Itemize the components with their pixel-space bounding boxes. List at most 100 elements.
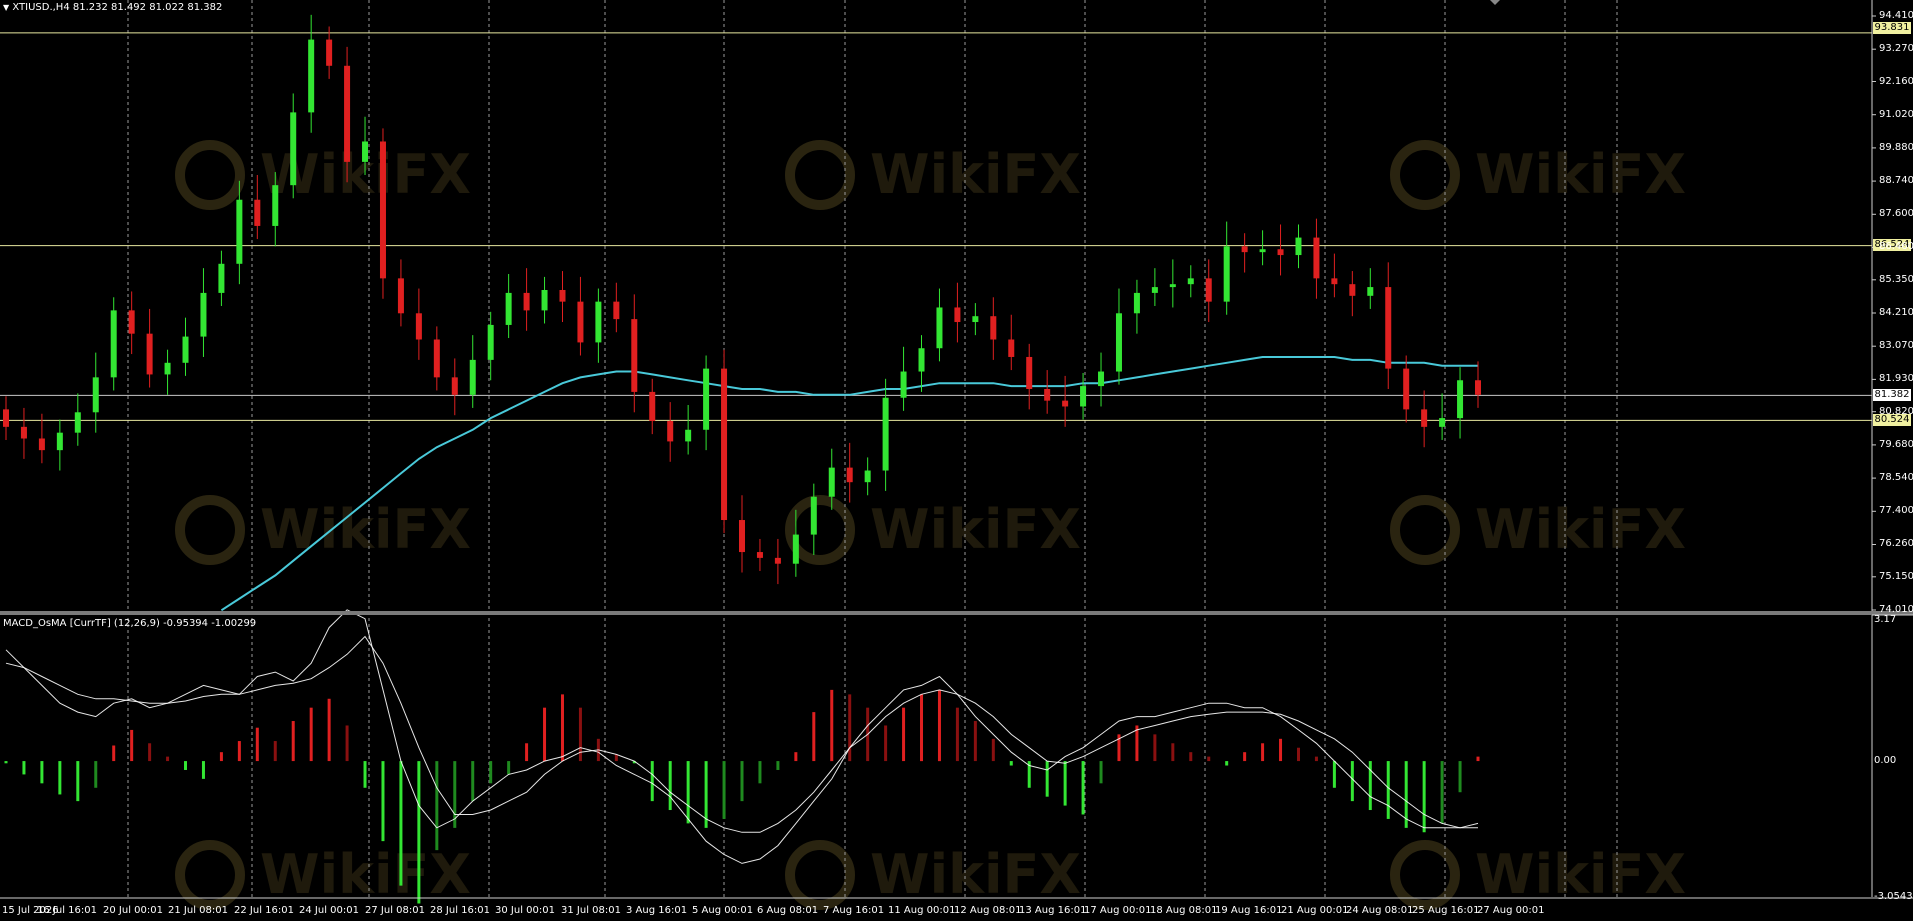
- candle-body[interactable]: [828, 467, 835, 497]
- pane-separator[interactable]: [0, 611, 1913, 615]
- candle-body[interactable]: [1349, 284, 1356, 296]
- candle-body[interactable]: [379, 141, 386, 279]
- candle-body[interactable]: [1277, 249, 1284, 256]
- candle-body[interactable]: [1044, 388, 1051, 401]
- candle-body[interactable]: [164, 362, 171, 375]
- candle-body[interactable]: [990, 316, 997, 340]
- candle-body[interactable]: [236, 199, 243, 264]
- candle-body[interactable]: [3, 409, 9, 427]
- candle-body[interactable]: [1080, 386, 1087, 407]
- candle-body[interactable]: [1008, 339, 1015, 357]
- level-lines: [0, 32, 1872, 421]
- candle-body[interactable]: [326, 39, 333, 66]
- chart-canvas[interactable]: WikiFX WikiFX WikiFX WikiFX WikiFX WikiFX Wiki…: [0, 0, 1913, 921]
- candle-body[interactable]: [272, 185, 279, 226]
- candle-body[interactable]: [846, 467, 853, 483]
- candle-body[interactable]: [182, 336, 189, 363]
- candle-body[interactable]: [362, 141, 369, 162]
- candle-body[interactable]: [810, 496, 817, 535]
- time-label: 22 Jul 16:01: [234, 905, 294, 916]
- candle-body[interactable]: [74, 412, 81, 433]
- candle-body[interactable]: [20, 426, 27, 439]
- price-tick-label: 78.540: [1879, 472, 1913, 484]
- candle-body[interactable]: [1026, 356, 1033, 389]
- candle-body[interactable]: [1133, 292, 1140, 314]
- candle-body[interactable]: [792, 534, 799, 564]
- candle-body[interactable]: [721, 368, 728, 521]
- candle-body[interactable]: [936, 307, 943, 349]
- time-label: 3 Aug 16:01: [626, 905, 688, 916]
- candle-body[interactable]: [1241, 246, 1248, 253]
- candle-body[interactable]: [397, 278, 404, 314]
- candle-body[interactable]: [1367, 287, 1374, 296]
- candle-body[interactable]: [1331, 278, 1338, 285]
- time-label: 24 Aug 08:01: [1346, 905, 1414, 916]
- chevron-down-icon[interactable]: ▼: [3, 3, 9, 12]
- candle-body[interactable]: [290, 112, 297, 186]
- candle-body[interactable]: [344, 65, 351, 162]
- candle-body[interactable]: [56, 432, 63, 451]
- candle-body[interactable]: [415, 313, 422, 340]
- candle-body[interactable]: [1313, 237, 1320, 279]
- candle-body[interactable]: [433, 339, 440, 378]
- time-label: 24 Jul 00:01: [299, 905, 359, 916]
- level-tag-93831: 93.831: [1873, 22, 1911, 34]
- candle-body[interactable]: [92, 377, 99, 413]
- candle-body[interactable]: [1259, 249, 1266, 253]
- candle-body[interactable]: [1205, 278, 1212, 302]
- candle-body[interactable]: [1421, 409, 1428, 427]
- candle-body[interactable]: [649, 391, 656, 422]
- candle-body[interactable]: [110, 310, 117, 378]
- candle-body[interactable]: [954, 307, 961, 323]
- candle-body[interactable]: [128, 310, 135, 334]
- candle-body[interactable]: [756, 552, 763, 558]
- candle-body[interactable]: [739, 520, 745, 553]
- candle-body[interactable]: [541, 289, 548, 311]
- candle-body[interactable]: [451, 377, 458, 395]
- candle-body[interactable]: [1169, 284, 1176, 288]
- candle-body[interactable]: [918, 348, 925, 372]
- candle-body[interactable]: [1457, 380, 1464, 419]
- candle-body[interactable]: [1098, 371, 1105, 387]
- candle-body[interactable]: [218, 263, 225, 293]
- candle-body[interactable]: [1151, 287, 1158, 293]
- candle-body[interactable]: [523, 292, 530, 311]
- price-tick-label: 92.160: [1879, 75, 1913, 87]
- candle-body[interactable]: [146, 333, 153, 375]
- candle-body[interactable]: [595, 301, 602, 343]
- watermark-logo-icon: [1390, 140, 1460, 210]
- chart-shift-marker-icon[interactable]: [1490, 0, 1500, 5]
- candle-body[interactable]: [900, 371, 907, 398]
- candle-body[interactable]: [308, 39, 315, 113]
- candle-body[interactable]: [1475, 380, 1481, 395]
- candle-body[interactable]: [667, 421, 674, 442]
- candle-body[interactable]: [1115, 313, 1122, 372]
- candle-body[interactable]: [487, 324, 494, 360]
- time-label: 20 Jul 00:01: [103, 905, 163, 916]
- candle-body[interactable]: [254, 199, 261, 226]
- candle-body[interactable]: [631, 319, 638, 392]
- candle-body[interactable]: [703, 368, 710, 430]
- candle-body[interactable]: [864, 470, 871, 483]
- candle-body[interactable]: [1223, 246, 1230, 302]
- candle-body[interactable]: [1187, 278, 1194, 285]
- candle-body[interactable]: [1062, 400, 1069, 407]
- watermark-text: WikiFX: [1475, 143, 1686, 206]
- watermark-logo-icon: [785, 495, 855, 565]
- candle-body[interactable]: [972, 316, 979, 323]
- candle-body[interactable]: [469, 359, 476, 395]
- candle-body[interactable]: [685, 429, 692, 442]
- candle-body[interactable]: [505, 292, 512, 325]
- candle-body[interactable]: [1385, 287, 1392, 369]
- candle-body[interactable]: [38, 438, 45, 451]
- candle-body[interactable]: [200, 292, 207, 337]
- candle-body[interactable]: [1439, 418, 1446, 427]
- candle-body[interactable]: [613, 301, 620, 320]
- candle-body[interactable]: [559, 289, 566, 302]
- candle-body[interactable]: [774, 557, 781, 564]
- candle-body[interactable]: [882, 397, 889, 471]
- time-label: 5 Aug 00:01: [692, 905, 754, 916]
- candle-body[interactable]: [1295, 237, 1302, 256]
- candle-body[interactable]: [1403, 368, 1410, 410]
- candle-body[interactable]: [577, 301, 584, 343]
